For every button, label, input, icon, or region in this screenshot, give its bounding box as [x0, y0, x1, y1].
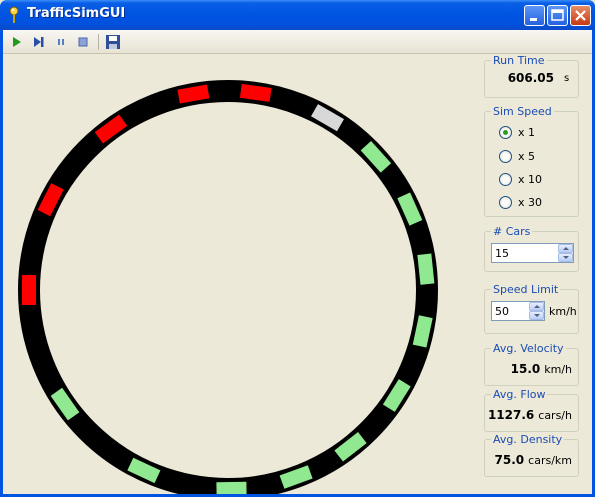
- speed-limit-stepper-buttons: [529, 302, 544, 320]
- sim-speed-option-label: x 5: [518, 150, 536, 163]
- sim-speed-label: Sim Speed: [491, 105, 554, 118]
- avg-flow-value: 1127.6: [487, 408, 535, 422]
- stop-icon: [78, 37, 88, 47]
- num-cars-stepper-buttons: [558, 244, 573, 262]
- radio-button[interactable]: [499, 150, 512, 163]
- car-marker: [216, 481, 247, 494]
- toolbar: [3, 30, 592, 54]
- step-button[interactable]: [30, 33, 48, 51]
- pause-button[interactable]: [52, 33, 70, 51]
- run-time-unit: s: [564, 73, 570, 84]
- toolbar-separator: [98, 34, 99, 50]
- app-window: TrafficSimGUI Run Time 606.05 s Sim Spee…: [0, 0, 595, 497]
- run-time-value: 606.05: [507, 71, 554, 85]
- window-title: TrafficSimGUI: [27, 6, 126, 21]
- save-button[interactable]: [104, 33, 122, 51]
- stop-button[interactable]: [74, 33, 92, 51]
- speed-limit-label: Speed Limit: [491, 283, 561, 296]
- avg-density-readout: 75.0 cars/km: [495, 453, 572, 467]
- maximize-icon: [551, 9, 564, 21]
- radio-button[interactable]: [499, 196, 512, 209]
- speed-limit-group: Speed Limit 50 km/h: [484, 283, 579, 334]
- speed-limit-stepper[interactable]: 50: [491, 301, 545, 321]
- radio-button[interactable]: [499, 173, 512, 186]
- avg-flow-unit: cars/h: [538, 409, 572, 422]
- avg-density-unit: cars/km: [528, 454, 572, 467]
- pin-icon: [9, 6, 19, 23]
- avg-velocity-group: Avg. Velocity 15.0 km/h: [484, 342, 579, 386]
- num-cars-value[interactable]: 15: [495, 247, 509, 260]
- avg-density-label: Avg. Density: [491, 433, 565, 446]
- sim-speed-option-label: x 30: [518, 196, 543, 209]
- sim-speed-option-label: x 1: [518, 126, 536, 139]
- minimize-icon: [530, 18, 537, 21]
- play-icon: [13, 37, 21, 47]
- increment-button[interactable]: [529, 302, 544, 311]
- save-icon: [106, 35, 120, 49]
- avg-velocity-label: Avg. Velocity: [491, 342, 566, 355]
- speed-limit-unit: km/h: [549, 305, 577, 318]
- car-marker: [22, 275, 36, 305]
- sim-speed-option-label: x 10: [518, 173, 543, 186]
- avg-density-group: Avg. Density 75.0 cars/km: [484, 433, 579, 477]
- avg-flow-group: Avg. Flow 1127.6 cars/h: [484, 388, 579, 432]
- step-forward-icon: [34, 37, 44, 47]
- play-button[interactable]: [8, 33, 26, 51]
- avg-velocity-unit: km/h: [544, 363, 572, 376]
- radio-button[interactable]: [499, 126, 512, 139]
- num-cars-label: # Cars: [491, 225, 533, 238]
- run-time-group: Run Time 606.05 s: [484, 54, 579, 98]
- title-bar[interactable]: TrafficSimGUI: [0, 0, 595, 30]
- client-area: Run Time 606.05 s Sim Speed x 1 x 5 x 10…: [3, 30, 592, 494]
- run-time-label: Run Time: [491, 54, 547, 67]
- speed-limit-value[interactable]: 50: [495, 305, 509, 318]
- num-cars-group: # Cars 15: [484, 225, 579, 272]
- close-icon: [575, 10, 586, 21]
- avg-flow-label: Avg. Flow: [491, 388, 548, 401]
- radio-selected-dot: [503, 130, 508, 135]
- maximize-button[interactable]: [547, 5, 568, 26]
- decrement-button[interactable]: [529, 311, 544, 320]
- decrement-button[interactable]: [558, 253, 573, 262]
- minimize-button[interactable]: [524, 5, 545, 26]
- track-canvas: [18, 80, 438, 494]
- avg-velocity-readout: 15.0 km/h: [511, 362, 572, 376]
- pause-icon: [58, 39, 64, 45]
- avg-density-value: 75.0: [494, 453, 525, 467]
- sim-speed-group: Sim Speed x 1 x 5 x 10 x 30: [484, 105, 579, 217]
- increment-button[interactable]: [558, 244, 573, 253]
- avg-flow-readout: 1127.6 cars/h: [488, 408, 572, 422]
- close-button[interactable]: [570, 5, 591, 26]
- avg-velocity-value: 15.0: [510, 362, 541, 376]
- num-cars-stepper[interactable]: 15: [491, 243, 574, 263]
